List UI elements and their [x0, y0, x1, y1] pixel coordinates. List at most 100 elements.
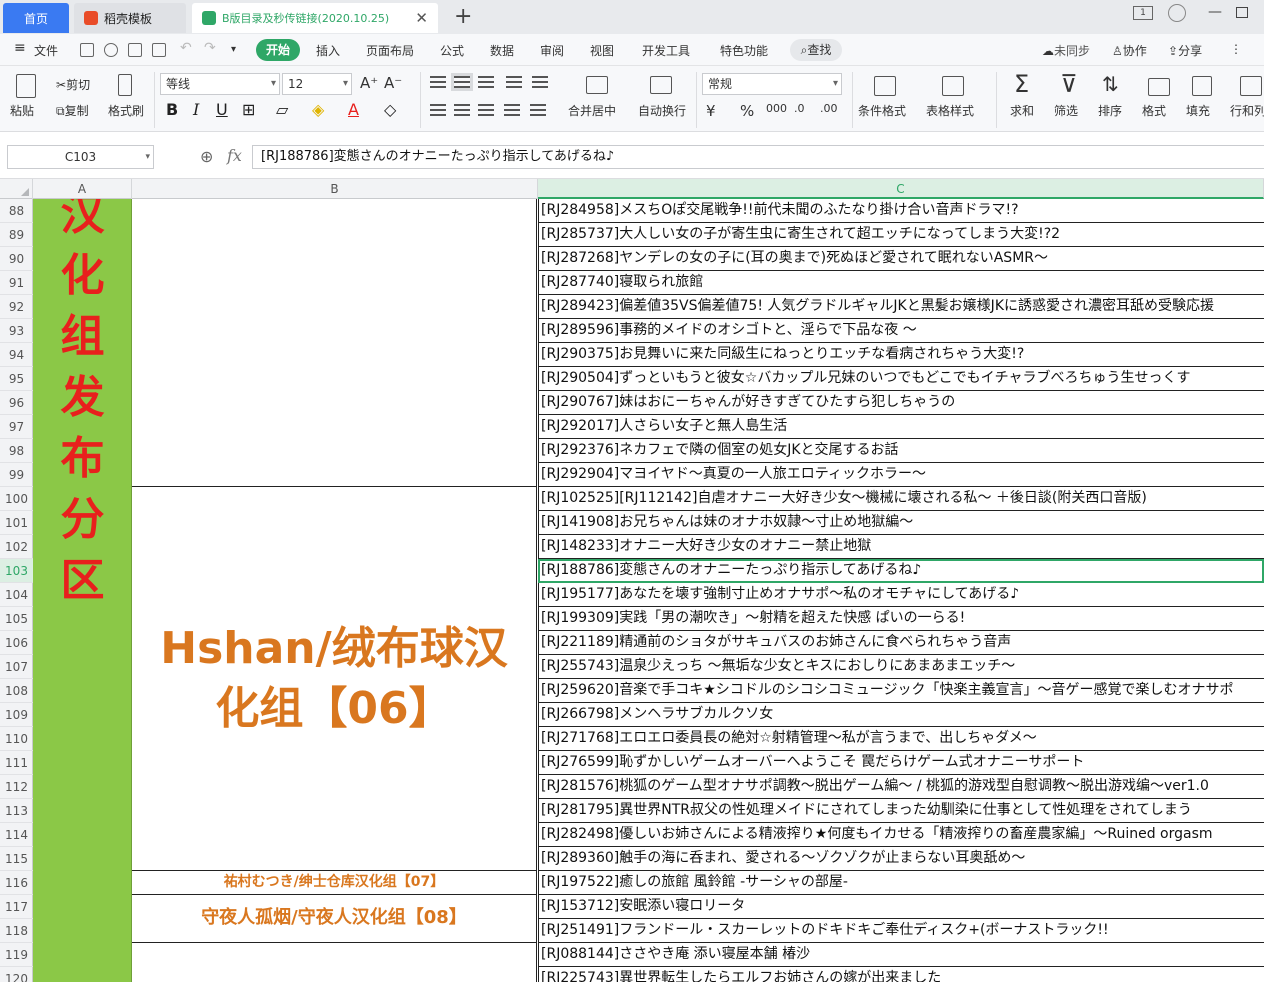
sum-icon[interactable]: Σ [1014, 70, 1029, 98]
row-header[interactable]: 110 [0, 727, 33, 751]
more-quick-icon[interactable]: ▾ [231, 44, 236, 55]
table-row[interactable]: [RJ284958]メスちOぽ交尾戦争!!前代未聞のふたなり掛け合い音声ドラマ!… [538, 199, 1264, 223]
table-row[interactable]: [RJ292017]人さらい女子と無人島生活 [538, 415, 1264, 439]
table-row[interactable]: [RJ276599]恥ずかしいゲームオーバーへようこそ 罠だらけゲーム式オナニー… [538, 751, 1264, 775]
rows-cols-icon[interactable] [1240, 76, 1262, 96]
align-center-icon[interactable] [454, 104, 470, 116]
column-header-c[interactable]: C [538, 179, 1264, 199]
bold-icon[interactable]: B [166, 100, 178, 119]
sync-status[interactable]: ☁未同步 [1042, 42, 1090, 59]
format-icon[interactable] [1148, 78, 1170, 96]
sort-button[interactable]: 排序 [1098, 102, 1122, 119]
column-b-merged-cell[interactable] [132, 943, 537, 982]
column-b-merged-cell[interactable] [132, 199, 537, 487]
format-painter-icon[interactable] [118, 74, 132, 96]
wrap-text-button[interactable]: 自动换行 [638, 102, 686, 119]
table-row[interactable]: [RJ290767]妹はおにーちゃんが好きすぎてひたすら犯しちゃうの [538, 391, 1264, 415]
clear-style-icon[interactable]: ▱ [276, 100, 288, 119]
font-name-select[interactable]: 等线 [160, 73, 280, 95]
wrap-icon[interactable] [650, 76, 672, 94]
row-header[interactable]: 113 [0, 799, 33, 823]
decrease-decimal-icon[interactable]: .00 [820, 102, 838, 115]
table-row[interactable]: [RJ221189]精通前のショタがサキュバスのお姉さんに食べられちゃう音声 [538, 631, 1264, 655]
indent-icon[interactable] [532, 76, 548, 88]
align-middle-icon[interactable] [451, 73, 473, 91]
cut-button[interactable]: ✂剪切 [56, 76, 90, 93]
table-row[interactable]: [RJ271768]エロエロ委員長の絶対☆射精管理～私が言うまで、出しちゃダメ～ [538, 727, 1264, 751]
more-icon[interactable]: ⋮ [1230, 42, 1242, 56]
row-header[interactable]: 100 [0, 487, 33, 511]
table-row[interactable]: [RJ287740]寝取られ旅館 [538, 271, 1264, 295]
align-bottom-icon[interactable] [478, 76, 494, 88]
font-color-icon[interactable]: A [348, 100, 359, 119]
table-row[interactable]: [RJ290375]お見舞いに来た同級生にねっとりエッチな看病されちゃう大変!? [538, 343, 1264, 367]
table-row[interactable]: [RJ290504]ずっといもうと彼女☆バカップル兄妹のいつでもどこでもイチャラ… [538, 367, 1264, 391]
print-icon[interactable] [128, 43, 142, 57]
eraser-icon[interactable]: ◇ [384, 100, 396, 119]
row-header[interactable]: 94 [0, 343, 33, 367]
column-b-merged-cell[interactable]: 祐村むつき/绅士仓库汉化组【07】 [132, 871, 537, 895]
table-row[interactable]: [RJ259620]音楽で手コキ★シコドルのシコシコミュージック「快楽主義宣言」… [538, 679, 1264, 703]
fill-color-icon[interactable]: ◈ [312, 100, 324, 119]
menu-view[interactable]: 视图 [590, 42, 614, 59]
table-row[interactable]: [RJ292376]ネカフェで隣の個室の処女JKと交尾するお話 [538, 439, 1264, 463]
column-header-b[interactable]: B [132, 179, 538, 199]
table-row[interactable]: [RJ287268]ヤンデレの女の子に(耳の奥まで)死ぬほど愛されて眠れないAS… [538, 247, 1264, 271]
filter-icon[interactable]: ⊽ [1060, 70, 1078, 98]
row-header[interactable]: 109 [0, 703, 33, 727]
menu-special[interactable]: 特色功能 [720, 42, 768, 59]
menu-file[interactable]: 文件 [34, 42, 58, 59]
zoom-icon[interactable]: ⊕ [200, 147, 213, 166]
table-style-button[interactable]: 表格样式 [926, 102, 974, 119]
sort-icon[interactable]: ⇅ [1102, 72, 1119, 96]
table-row[interactable]: [RJ088144]ささやき庵 添い寝屋本舗 椿沙 [538, 943, 1264, 967]
table-row[interactable]: [RJ148233]オナニー大好き少女のオナニー禁止地獄 [538, 535, 1264, 559]
row-header[interactable]: 98 [0, 439, 33, 463]
table-row[interactable]: [RJ281795]異世界NTR叔父の性処理メイドにされてしまった幼馴染に仕事と… [538, 799, 1264, 823]
maximize-icon[interactable] [1236, 7, 1248, 18]
save-icon[interactable] [80, 43, 94, 57]
conditional-format-button[interactable]: 条件格式 [858, 102, 906, 119]
table-row[interactable]: [RJ195177]あなたを壊す強制寸止めオナサポ～私のオモチャにしてあげる♪ [538, 583, 1264, 607]
distribute-icon[interactable] [530, 104, 546, 116]
align-top-icon[interactable] [430, 76, 446, 88]
menu-insert[interactable]: 插入 [316, 42, 340, 59]
italic-icon[interactable]: I [193, 100, 199, 119]
row-header[interactable]: 91 [0, 271, 33, 295]
table-row[interactable]: [RJ225743]異世界転生したらエルフお姉さんの嫁が出来ました [538, 967, 1264, 982]
fill-button[interactable]: 填充 [1186, 102, 1210, 119]
undo-icon[interactable]: ↶ [180, 40, 192, 56]
row-header[interactable]: 101 [0, 511, 33, 535]
search-button[interactable]: ⌕查找 [790, 39, 842, 61]
menu-data[interactable]: 数据 [490, 42, 514, 59]
rows-cols-button[interactable]: 行和列 [1230, 102, 1264, 119]
filter-button[interactable]: 筛选 [1054, 102, 1078, 119]
menu-formula[interactable]: 公式 [440, 42, 464, 59]
table-row[interactable]: [RJ266798]メンヘラサブカルクソ女 [538, 703, 1264, 727]
column-b-merged-cell[interactable]: Hshan/绒布球汉化组【06】 [132, 487, 537, 871]
sum-button[interactable]: 求和 [1010, 102, 1034, 119]
format-button[interactable]: 格式 [1142, 102, 1166, 119]
table-style-icon[interactable] [942, 76, 964, 96]
increase-font-icon[interactable]: A⁺ [360, 74, 378, 92]
column-b-merged-cell[interactable]: 守夜人孤烟/守夜人汉化组【08】 [132, 895, 537, 943]
fill-icon[interactable] [1192, 76, 1212, 96]
row-header[interactable]: 88 [0, 199, 33, 223]
border-icon[interactable]: ⊞ [242, 100, 255, 119]
minimize-icon[interactable]: — [1208, 4, 1222, 20]
selected-cell[interactable]: [RJ188786]変態さんのオナニーたっぷり指示してあげるね♪ [538, 559, 1264, 583]
align-right-icon[interactable] [478, 104, 494, 116]
merge-center-button[interactable]: 合并居中 [568, 102, 616, 119]
table-row[interactable]: [RJ281576]桃狐のゲーム型オナサポ調教～脱出ゲーム編～ / 桃狐的游戏型… [538, 775, 1264, 799]
tab-document[interactable]: B版目录及秒传链接(2020.10.25) ✕ [192, 3, 438, 33]
menu-review[interactable]: 审阅 [540, 42, 564, 59]
row-header[interactable]: 111 [0, 751, 33, 775]
outdent-icon[interactable] [506, 76, 522, 88]
table-row[interactable]: [RJ197522]癒しの旅館 風鈴館 -サーシャの部屋- [538, 871, 1264, 895]
font-size-select[interactable]: 12 [282, 73, 352, 95]
hamburger-icon[interactable]: ≡ [14, 40, 26, 56]
row-header[interactable]: 93 [0, 319, 33, 343]
decrease-font-icon[interactable]: A⁻ [384, 74, 402, 92]
fx-icon[interactable]: fx [227, 146, 242, 165]
tab-template[interactable]: 稻壳模板 [74, 3, 186, 33]
